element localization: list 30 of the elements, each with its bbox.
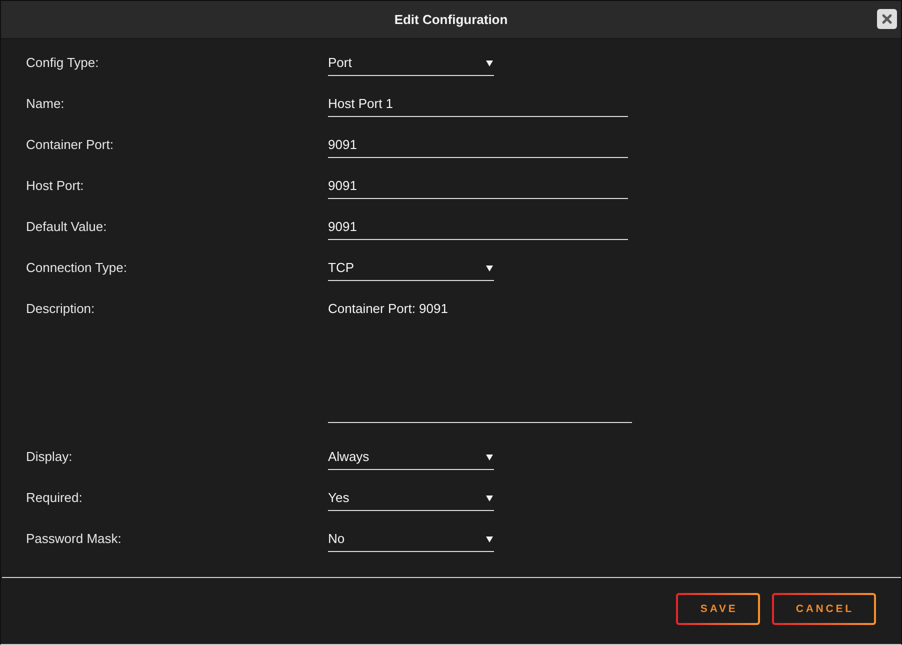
field-label: Config Type:	[26, 55, 100, 71]
caret-icon	[486, 264, 493, 272]
field-label: Description:	[26, 301, 96, 317]
dropdown[interactable]: Port	[328, 55, 494, 76]
text-field[interactable]: Host Port 1	[328, 96, 628, 117]
caret-icon	[486, 60, 493, 66]
dropdown[interactable]: Always	[328, 449, 494, 470]
field-label: Connection Type:	[26, 260, 128, 276]
caret-icon	[486, 536, 493, 542]
dropdown[interactable]: Yes	[328, 490, 494, 511]
text-field[interactable]: 9091	[328, 178, 628, 199]
action-button[interactable]: CANCEL	[772, 593, 876, 625]
text-field[interactable]: 9091	[328, 219, 628, 240]
field-label: Required:	[26, 490, 84, 506]
close-icon	[882, 14, 892, 24]
field-label: Default Value:	[26, 219, 108, 235]
dialog-title: Edit Configuration	[394, 12, 508, 27]
close-button[interactable]	[877, 9, 897, 29]
caret-icon	[486, 494, 493, 502]
field-label: Display:	[26, 449, 74, 465]
field-label: Name:	[26, 96, 66, 112]
dropdown[interactable]: No	[328, 531, 494, 552]
field-label: Container Port:	[26, 137, 114, 153]
field-label: Host Port:	[26, 178, 85, 194]
text-field[interactable]: 9091	[328, 137, 628, 158]
action-button[interactable]: SAVE	[676, 593, 760, 625]
textarea-field[interactable]: Container Port: 9091	[328, 301, 632, 423]
field-label: Password Mask:	[26, 531, 122, 547]
caret-icon	[486, 454, 493, 460]
dropdown[interactable]: TCP	[328, 260, 494, 281]
